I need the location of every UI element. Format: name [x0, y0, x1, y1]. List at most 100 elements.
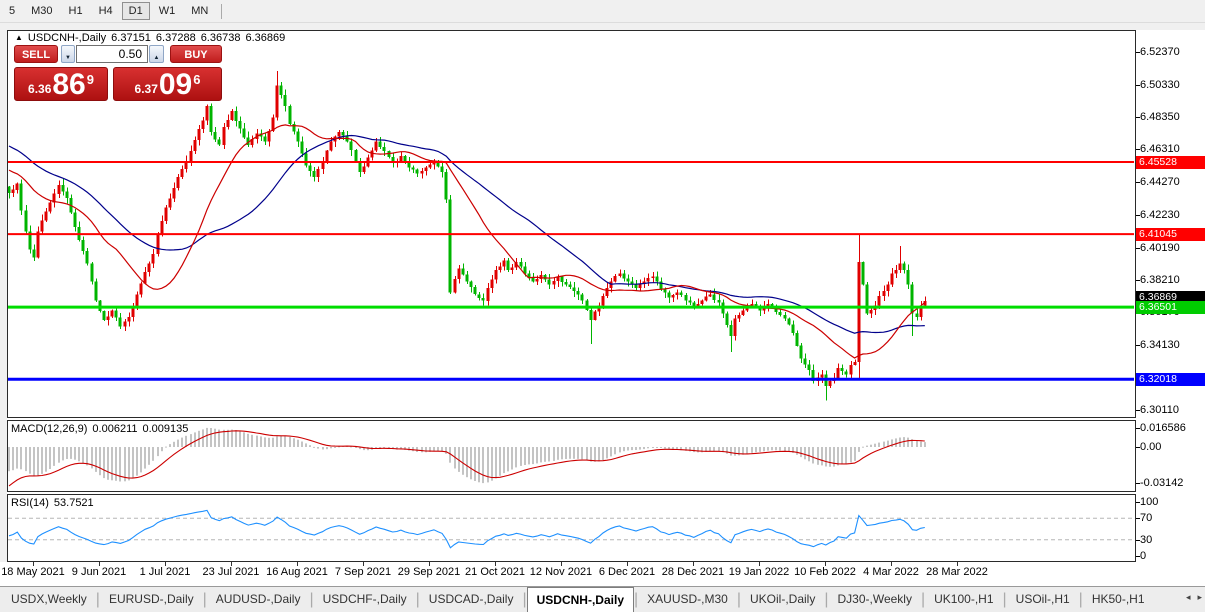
axis-tick — [1136, 556, 1140, 557]
axis-tick — [1136, 52, 1140, 53]
timeframe-button-m30[interactable]: M30 — [24, 2, 59, 20]
axis-tick — [1136, 345, 1140, 347]
quote-low: 6.36738 — [200, 32, 241, 44]
price-tick-label: 6.52370 — [1140, 46, 1180, 58]
axis-tick — [1136, 215, 1140, 217]
buy-price-pip: 6 — [193, 72, 201, 87]
sell-price-display[interactable]: 6.36 86 9 — [14, 67, 108, 101]
one-click-trading-panel: SELL ▼ ▲ BUY 6.36869 6.37096 — [14, 45, 222, 101]
tab-uk100-h1[interactable]: UK100-,H1 — [925, 587, 1002, 612]
sell-price-pip: 9 — [86, 72, 94, 87]
date-tick — [33, 562, 34, 566]
chart-header: ▲ USDCNH-,Daily 6.37151 6.37288 6.36738 … — [15, 32, 285, 44]
tab-hk50-h1[interactable]: HK50-,H1 — [1083, 587, 1154, 612]
price-tick-label: 6.44270 — [1140, 176, 1180, 189]
macd-value-main: 0.006211 — [92, 423, 138, 435]
buy-price-prefix: 6.37 — [134, 82, 158, 96]
rsi-tick-label: 30 — [1140, 533, 1153, 546]
price-chip-6.32018: 6.32018 — [1136, 373, 1205, 387]
volume-input[interactable] — [76, 45, 148, 63]
quote-high: 6.37288 — [155, 32, 196, 44]
buy-price-big: 09 — [158, 68, 193, 101]
arrow-down-icon: ▼ — [65, 55, 71, 61]
sell-button[interactable]: SELL — [14, 45, 58, 63]
timeframe-button-h4[interactable]: H4 — [92, 2, 120, 20]
rsi-value: 53.7521 — [53, 497, 94, 509]
date-tick — [363, 562, 364, 566]
collapse-trade-panel-icon[interactable]: ▲ — [15, 33, 23, 43]
date-tick — [561, 562, 562, 566]
price-chip-6.36501: 6.36501 — [1136, 301, 1205, 315]
axis-tick — [1136, 427, 1140, 429]
rsi-tick-label: 70 — [1140, 512, 1153, 525]
axis-tick — [1136, 483, 1140, 485]
macd-tick-label: 0.016586 — [1140, 421, 1186, 434]
quote-open: 6.37151 — [111, 32, 151, 44]
rsi-tick-label: 100 — [1140, 496, 1159, 508]
macd-tick-label: 0.00 — [1140, 441, 1162, 453]
timeframe-button-mn[interactable]: MN — [184, 2, 215, 20]
tab-eurusd-daily[interactable]: EURUSD-,Daily — [100, 587, 203, 612]
buy-button[interactable]: BUY — [170, 45, 222, 63]
timeframe-button-5[interactable]: 5 — [2, 2, 22, 20]
timeframe-button-w1[interactable]: W1 — [152, 2, 183, 20]
tabs-scroll-left-icon[interactable]: ◂ — [1186, 592, 1191, 603]
date-tick — [429, 562, 430, 566]
tab-usdx-weekly[interactable]: USDX,Weekly — [2, 587, 96, 612]
timeframe-button-d1[interactable]: D1 — [121, 2, 150, 20]
mt4-window: 5 M30 H1 H4 D1 W1 MN ▲ USDCNH-,Daily 6.37151 6… — [0, 0, 1205, 612]
symbol-label: USDCNH-,Daily — [27, 32, 107, 44]
price-tick-label: 6.38210 — [1140, 273, 1180, 286]
price-tick-label: 6.34130 — [1140, 339, 1180, 352]
axis-tick — [1136, 149, 1140, 151]
price-tick-label: 6.40190 — [1140, 241, 1180, 254]
rsi-name: RSI(14) — [11, 497, 49, 509]
volume-decrease-button[interactable]: ▼ — [61, 45, 75, 63]
date-label: 28 Mar 2022 — [926, 566, 988, 578]
date-tick — [99, 562, 100, 566]
sell-price-big: 86 — [52, 68, 86, 101]
rsi-panel[interactable] — [7, 494, 1136, 562]
axis-tick — [1136, 409, 1140, 411]
tab-dj30-weekly[interactable]: DJ30-,Weekly — [829, 587, 921, 612]
axis-tick — [1136, 247, 1140, 249]
macd-name: MACD(12,26,9) — [11, 423, 88, 435]
buy-price-display[interactable]: 6.37 09 6 — [113, 67, 222, 101]
price-tick-label: 6.48350 — [1140, 110, 1180, 123]
date-tick — [759, 562, 760, 566]
chart-tabs: USDX,Weekly | EURUSD-,Daily | AUDUSD-,Daily |… — [0, 587, 1205, 612]
tab-usdcnh-daily[interactable]: USDCNH-,Daily — [526, 587, 634, 612]
tab-audusd-daily[interactable]: AUDUSD-,Daily — [207, 587, 310, 612]
axis-tick — [1136, 84, 1140, 86]
date-tick — [495, 562, 496, 566]
axis-tick — [1136, 182, 1140, 184]
arrow-up-icon: ▲ — [153, 55, 160, 61]
price-tick-label: 6.46310 — [1140, 143, 1180, 156]
tab-xauusd-m30[interactable]: XAUUSD-,M30 — [638, 587, 737, 612]
volume-increase-button[interactable]: ▲ — [149, 45, 164, 63]
tab-scroll-controls: ◂ ▸ — [1186, 592, 1202, 603]
price-chip-6.41045: 6.41045 — [1136, 228, 1205, 242]
macd-value-signal: 0.009135 — [142, 423, 189, 435]
chart-tab-bar: USDX,Weekly | EURUSD-,Daily | AUDUSD-,Daily |… — [0, 586, 1205, 612]
tab-usoil-h1[interactable]: USOil-,H1 — [1007, 587, 1079, 612]
rsi-indicator-label: RSI(14) 53.7521 — [11, 497, 94, 509]
date-tick — [693, 562, 694, 566]
macd-indicator-label: MACD(12,26,9) 0.006211 0.009135 — [11, 423, 188, 435]
date-tick — [165, 562, 166, 566]
quote-close: 6.36869 — [245, 32, 286, 44]
date-tick — [891, 562, 892, 566]
price-tick-label: 6.30110 — [1140, 403, 1179, 416]
axis-tick — [1136, 447, 1140, 448]
timeframe-button-h1[interactable]: H1 — [62, 2, 90, 20]
date-tick — [231, 562, 232, 566]
tabs-scroll-right-icon[interactable]: ▸ — [1197, 592, 1202, 603]
toolbar-separator — [221, 3, 223, 19]
date-tick — [957, 562, 958, 566]
tab-ukoil-daily[interactable]: UKOil-,Daily — [741, 587, 824, 612]
axis-tick — [1136, 539, 1140, 541]
date-tick — [627, 562, 628, 566]
timeframe-toolbar: 5 M30 H1 H4 D1 W1 MN — [0, 0, 1205, 23]
tab-usdcad-daily[interactable]: USDCAD-,Daily — [420, 587, 523, 612]
tab-usdchf-daily[interactable]: USDCHF-,Daily — [314, 587, 416, 612]
